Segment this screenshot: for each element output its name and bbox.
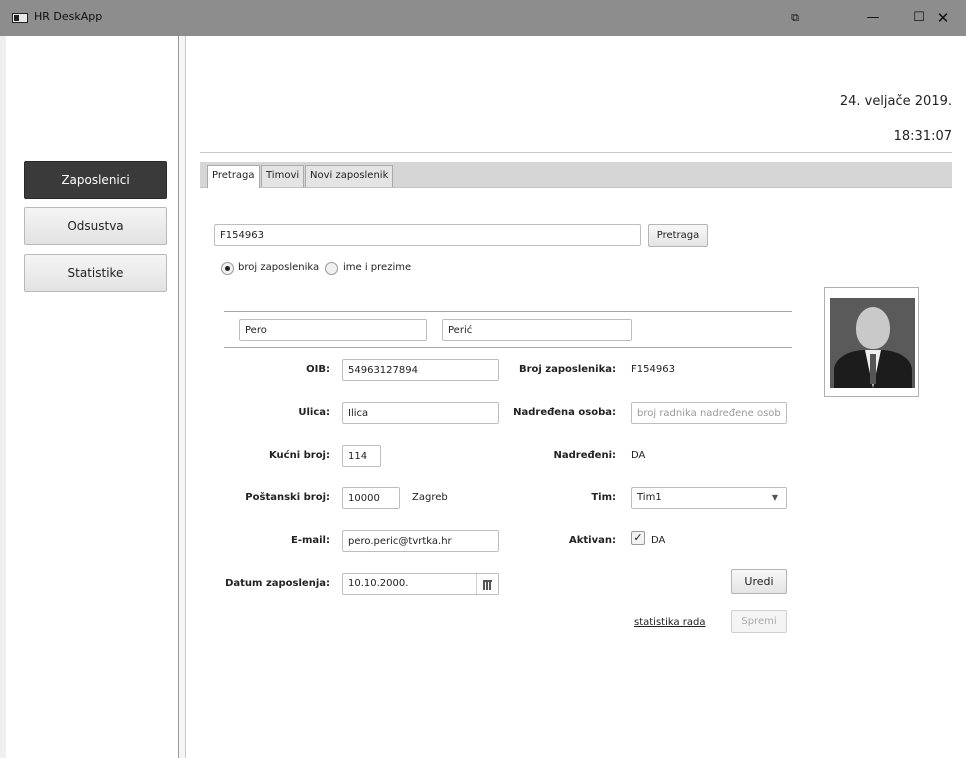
kucni-broj-field[interactable] [342,445,381,467]
tab-timovi[interactable]: Timovi [261,165,305,187]
tab-bar: Pretraga Timovi Novi zaposlenik [200,162,952,188]
first-name-field[interactable] [239,319,427,341]
sidebar-item-odsustva[interactable]: Odsustva [24,207,167,245]
email-field[interactable] [342,530,499,552]
tab-novi-zaposlenik[interactable]: Novi zaposlenik [305,165,394,187]
oib-field[interactable] [342,359,499,381]
broj-zaposlenika-value: F154963 [631,364,675,375]
sidebar-item-statistike[interactable]: Statistike [24,254,167,292]
save-button[interactable]: Spremi [731,610,787,633]
app-icon [12,13,28,23]
tab-pretraga[interactable]: Pretraga [207,165,260,188]
stats-link[interactable]: statistika rada [634,617,706,628]
current-time: 18:31:07 [893,129,952,144]
aktivan-checkbox[interactable]: ✓ [631,531,645,545]
radio-broj-zaposlenika-label: broj zaposlenika [238,262,320,273]
postanski-broj-field[interactable] [342,487,400,509]
nadredena-osoba-label: Nadređena osoba: [513,407,616,418]
radio-ime-prezime-label: ime i prezime [343,262,412,273]
window-frame [0,36,6,758]
city-text: Zagreb [412,492,448,503]
last-name-field[interactable] [442,319,632,341]
ulica-label: Ulica: [298,407,330,418]
radio-ime-prezime[interactable] [325,262,338,275]
window-title: HR DeskApp [34,10,103,23]
window-extra-icon[interactable]: ⧉ [772,0,818,36]
radio-broj-zaposlenika[interactable] [221,262,234,275]
search-button[interactable]: Pretraga [648,224,708,247]
minimize-button[interactable]: — [850,0,896,36]
edit-button[interactable]: Uredi [731,569,787,594]
nadredeni-value: DA [631,450,646,461]
calendar-icon[interactable] [476,574,498,594]
datum-picker[interactable]: 10.10.2000. [342,573,499,595]
kucni-broj-label: Kućni broj: [268,450,330,461]
datum-value: 10.10.2000. [348,578,409,589]
employee-photo-frame [824,287,919,397]
chevron-down-icon[interactable]: ▼ [764,488,786,508]
name-divider-bottom [224,347,792,348]
current-date: 24. veljače 2019. [839,94,952,109]
postanski-broj-label: Poštanski broj: [245,492,330,503]
email-label: E-mail: [290,535,330,546]
title-bar: HR DeskApp ⧉ — ☐ ✕ [0,0,966,36]
search-input[interactable] [214,224,641,246]
tim-label: Tim: [591,492,616,503]
sidebar-item-zaposlenici[interactable]: Zaposlenici [24,161,167,199]
oib-label: OIB: [306,364,330,375]
aktivan-label: Aktivan: [569,535,616,546]
sidebar-splitter[interactable] [178,36,186,758]
employee-photo [830,298,915,388]
aktivan-value: DA [651,535,666,546]
nadredena-osoba-field[interactable] [631,402,787,424]
name-divider-top [224,311,792,312]
datum-label: Datum zaposlenja: [225,578,330,589]
ulica-field[interactable] [342,402,499,424]
broj-zaposlenika-label: Broj zaposlenika: [518,364,616,375]
tim-select[interactable]: Tim1 ▼ [631,487,787,509]
close-button[interactable]: ✕ [920,0,966,36]
nadredeni-label: Nadređeni: [553,450,616,461]
tim-selected: Tim1 [637,492,662,503]
check-icon: ✓ [633,531,643,544]
header-divider [200,152,952,153]
